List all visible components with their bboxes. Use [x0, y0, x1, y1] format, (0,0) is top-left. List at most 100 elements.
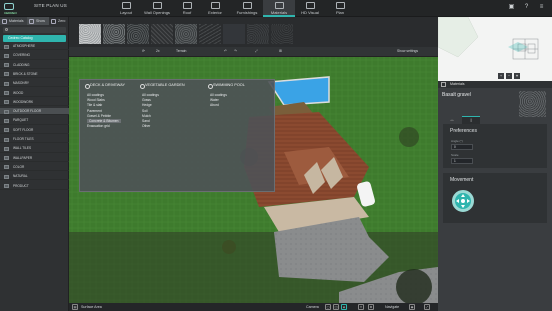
zoom-in-icon[interactable]: + [498, 73, 504, 79]
help-icon[interactable]: ? [523, 4, 530, 11]
texture-swatch[interactable] [175, 24, 197, 44]
column-title-deck[interactable]: DECK & DRIVEWAY [84, 83, 125, 89]
tab-plan[interactable]: Plan [326, 0, 354, 17]
category-thumbnail-icon [4, 137, 9, 142]
dropdown-option[interactable]: Grass [142, 98, 151, 102]
dropdown-option[interactable]: Other [142, 124, 150, 128]
dropdown-option[interactable]: Abord [210, 103, 219, 107]
movement-joystick-icon[interactable] [452, 190, 474, 212]
preferences-title: Preferences [450, 128, 477, 134]
category-label: WOOD [13, 90, 24, 95]
category-item[interactable]: WOOD [0, 90, 69, 97]
texture-swatch[interactable] [223, 24, 245, 44]
tab-furnishings[interactable]: Furnishings [231, 0, 263, 17]
grid-icon[interactable]: ⊞ [279, 49, 282, 53]
tab-layout[interactable]: Layout [112, 0, 140, 17]
view-aerial-icon[interactable]: ◈ [341, 304, 347, 310]
rotate-icon[interactable]: ⟳ [142, 49, 145, 53]
texture-swatch[interactable] [151, 24, 173, 44]
dropdown-option[interactable]: All coatings [87, 93, 104, 97]
navigate-button[interactable]: Navigate [385, 304, 399, 310]
search-input[interactable] [3, 27, 66, 33]
dropdown-option[interactable]: Gravel & Pebble [87, 114, 111, 118]
move-arrows-icon [456, 194, 470, 208]
category-item[interactable]: BRICK & STONE [0, 71, 69, 79]
redo-icon[interactable]: ↷ [234, 49, 237, 53]
dropdown-option[interactable]: All coatings [142, 93, 159, 97]
category-label: PARQUET [13, 118, 29, 123]
dropdown-option[interactable]: Concrete & Bitumen [87, 119, 121, 123]
layout-icon [121, 2, 131, 9]
tab-hd-visual[interactable]: HD Visual [296, 0, 324, 17]
dropdown-option[interactable]: Wood Slabs [87, 98, 105, 102]
category-item[interactable]: SOFT FLOOR [0, 127, 69, 134]
dropdown-option[interactable]: Hedge [142, 103, 152, 107]
tab-materials-panel[interactable]: Materials [0, 17, 27, 25]
angle-field[interactable]: 0 [451, 144, 473, 150]
category-item[interactable]: CLADDING [0, 62, 69, 69]
category-item[interactable]: FLOOR TILES [0, 136, 69, 144]
tab-transform[interactable]: ↔ [443, 116, 461, 124]
category-item[interactable]: MASONRY [0, 80, 69, 88]
dropdown-option[interactable]: Soil [142, 109, 148, 113]
category-item[interactable]: ATMOSPHERE [0, 43, 69, 51]
column-title-pool[interactable]: SWIMMING POOL [208, 83, 245, 89]
texture-swatch[interactable] [127, 24, 149, 44]
terrain-select[interactable]: Terrain [176, 49, 186, 53]
dropdown-option[interactable]: Sand [142, 119, 150, 123]
view-3d-icon[interactable]: ◫ [333, 304, 339, 310]
category-item[interactable]: OUTDOOR FLOOR [0, 108, 69, 116]
dropdown-option[interactable]: Evacuation grid [87, 124, 110, 128]
column-title-vegetable[interactable]: VEGETABLE GARDEN [140, 83, 185, 89]
dropdown-option[interactable]: Tile & slab [87, 103, 102, 107]
category-item[interactable]: WOODWORK [0, 99, 69, 107]
category-label: FLOOR TILES [13, 137, 34, 141]
app-logo[interactable]: CEDREO [4, 3, 30, 15]
eye-icon[interactable]: ◉ [409, 304, 415, 310]
scale-field[interactable]: 1 [451, 158, 473, 164]
minimap[interactable]: + − ⌖ [437, 16, 552, 81]
tab-exterior[interactable]: Exterior [201, 0, 229, 17]
category-item[interactable]: PARQUET [0, 117, 69, 125]
layers-icon[interactable]: ▤ [72, 304, 78, 310]
tab-materials[interactable]: Materials [263, 0, 295, 17]
texture-swatch[interactable] [247, 24, 269, 44]
fit-icon[interactable]: ⤢ [255, 49, 258, 53]
menu-icon[interactable]: ≡ [538, 4, 545, 11]
walk-icon[interactable]: ✦ [358, 304, 364, 310]
recenter-icon[interactable]: ⌖ [514, 73, 520, 79]
expand-icon[interactable]: ⤢ [424, 304, 430, 310]
camera-button[interactable]: Camera [306, 304, 319, 310]
tab-wall-openings[interactable]: Wall Openings [141, 0, 173, 17]
texture-swatch[interactable] [271, 24, 293, 44]
tab-zero[interactable]: Zero [49, 17, 69, 25]
plan-icon [335, 2, 345, 9]
category-item[interactable]: NATURAL [0, 173, 69, 181]
catalog-button[interactable]: Cedreo Catalog [3, 35, 66, 42]
category-item[interactable]: WALL TILES [0, 145, 69, 153]
category-item[interactable]: PRODUCT [0, 183, 69, 190]
show-settings-toggle[interactable]: Show settings [397, 49, 418, 53]
tab-roof[interactable]: Roof [173, 0, 201, 17]
category-item[interactable]: WALLPAPER [0, 155, 69, 162]
texture-swatch[interactable] [79, 24, 101, 44]
tab-info[interactable]: i [462, 116, 480, 124]
dropdown-option[interactable]: All coatings [210, 93, 227, 97]
tab-show[interactable]: Show [27, 17, 49, 25]
save-icon[interactable]: ▣ [508, 4, 515, 11]
dropdown-option[interactable]: Water [210, 98, 219, 102]
category-item[interactable]: COVERING [0, 52, 69, 60]
view-2d-icon[interactable]: ▢ [325, 304, 331, 310]
zoom-out-icon[interactable]: − [506, 73, 512, 79]
category-item[interactable]: COLOR [0, 164, 69, 172]
zoom-select[interactable]: 2x [156, 49, 160, 53]
dropdown-option[interactable]: Mulch [142, 114, 151, 118]
settings-icon[interactable]: ⚙ [368, 304, 374, 310]
material-thumbnail [519, 91, 546, 117]
texture-swatch[interactable] [103, 24, 125, 44]
dropdown-option[interactable]: Pavement [87, 109, 102, 113]
undo-icon[interactable]: ↶ [224, 49, 227, 53]
surface-area-select[interactable]: Surface Area [81, 304, 102, 310]
category-label: NATURAL [13, 174, 28, 179]
texture-swatch[interactable] [199, 24, 221, 44]
